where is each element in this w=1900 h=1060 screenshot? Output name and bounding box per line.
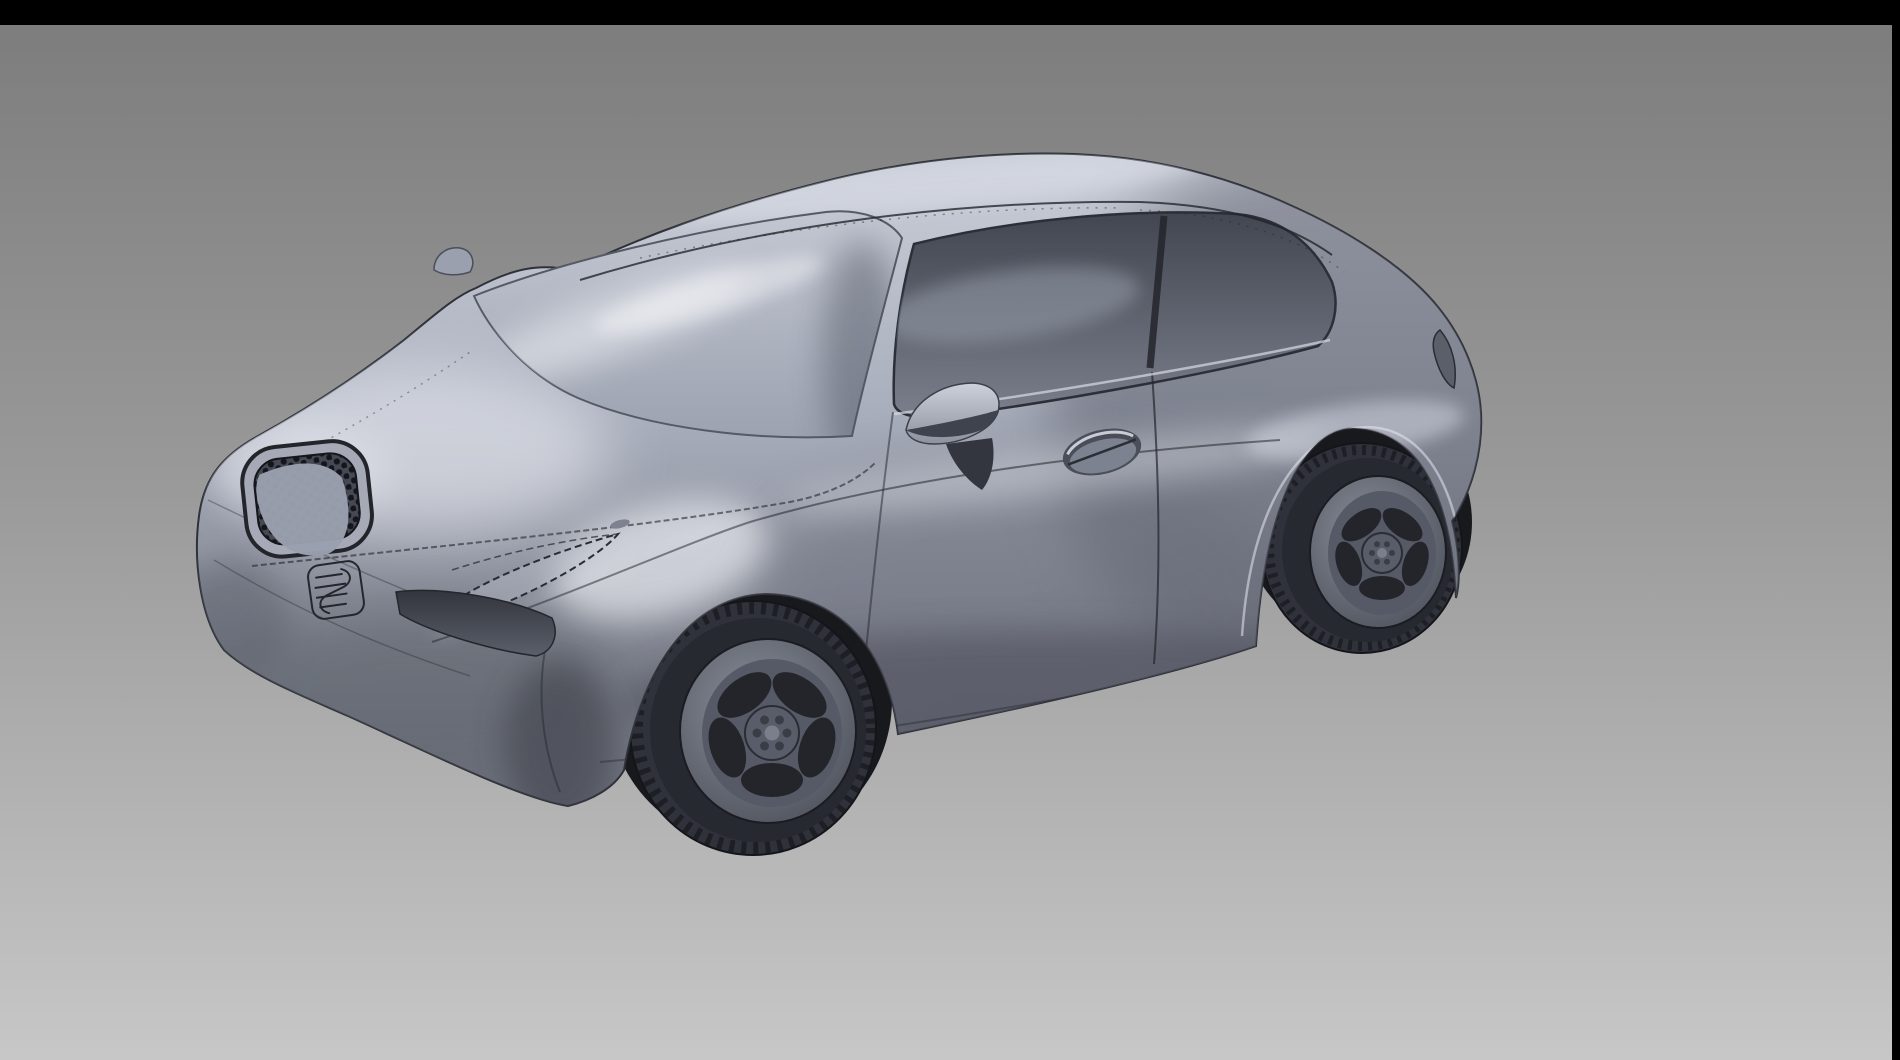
letterbox-top-bar (0, 0, 1900, 25)
front-center-cap (765, 726, 780, 741)
car-render (0, 25, 1892, 1060)
front-grille (239, 438, 376, 563)
cad-viewport[interactable] (0, 25, 1892, 1060)
rear-center-cap (1377, 548, 1387, 558)
far-side-mirror-tip (434, 248, 473, 275)
letterbox-right-bar (1892, 0, 1900, 1060)
car-model[interactable] (170, 142, 1590, 855)
screenshot-frame (0, 0, 1900, 1060)
